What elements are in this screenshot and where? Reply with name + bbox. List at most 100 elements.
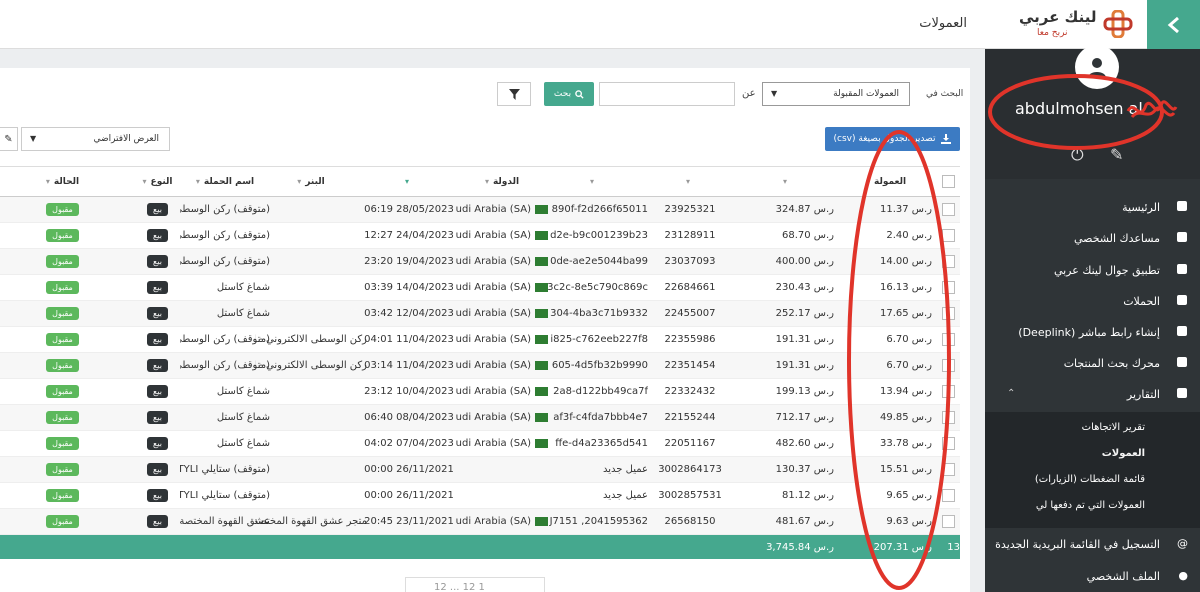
row-checkbox[interactable] bbox=[942, 489, 955, 502]
page-title: العمولات bbox=[919, 16, 967, 31]
submenu-item-2[interactable]: قائمة الضغطات (الزيارات) bbox=[1035, 474, 1145, 485]
cell-product: 2a8-d122bb49ca7f bbox=[540, 379, 648, 404]
cell-text: 3002864173 bbox=[658, 464, 722, 475]
cell-date: 23:12 10/04/2023 bbox=[360, 379, 458, 404]
cell-text: عميل جديد bbox=[603, 464, 648, 475]
cell-banner bbox=[255, 379, 367, 404]
cell-commission: 15.51 ر.س bbox=[840, 457, 932, 482]
row-checkbox[interactable] bbox=[942, 463, 955, 476]
type-badge: بيع bbox=[147, 229, 168, 242]
cell-total: 191.31 ر.س bbox=[740, 353, 834, 378]
sidebar-item-label: محرك بحث المنتجات bbox=[1063, 357, 1160, 370]
sidebar-bottom-item-1[interactable]: ● الملف الشخصي bbox=[985, 562, 1200, 592]
pie-chart-icon bbox=[1174, 387, 1188, 401]
filter-button[interactable] bbox=[497, 82, 531, 106]
submenu-item-3[interactable]: العمولات التي تم دفعها لي bbox=[1036, 500, 1145, 511]
chevron-down-icon: ▾ bbox=[405, 177, 410, 186]
select-all-checkbox[interactable] bbox=[942, 175, 955, 188]
pencil-icon: ✎ bbox=[4, 133, 13, 145]
cell-text: 400.00 ر.س bbox=[775, 256, 834, 267]
sidebar-toggle-button[interactable] bbox=[1147, 0, 1200, 49]
cell-order: 26568150 bbox=[640, 509, 740, 534]
pagination[interactable]: 12 ... 12 1 bbox=[405, 577, 545, 592]
sidebar-bottom-item-0[interactable]: @ التسجيل في القائمة البريدية الجديدة bbox=[985, 530, 1200, 560]
sidebar-item-label: مساعدك الشخصي bbox=[1074, 232, 1160, 245]
power-icon[interactable]: ⏻ bbox=[1071, 145, 1084, 165]
cell-country: udi Arabia (SA) bbox=[452, 509, 552, 534]
sidebar-item-1[interactable]: مساعدك الشخصي bbox=[985, 224, 1200, 254]
cell-product: 304-4ba3c71b9332 bbox=[540, 301, 648, 326]
column-header-label: النوع bbox=[150, 176, 173, 187]
row-checkbox[interactable] bbox=[942, 229, 955, 242]
column-header-product[interactable]: ▾ bbox=[540, 167, 648, 196]
sidebar-item-4[interactable]: إنشاء رابط مباشر (Deeplink) bbox=[985, 318, 1200, 348]
row-checkbox[interactable] bbox=[942, 437, 955, 450]
sidebar-item-0[interactable]: الرئيسية bbox=[985, 193, 1200, 223]
cell-type: بيع bbox=[120, 353, 195, 378]
row-checkbox[interactable] bbox=[942, 203, 955, 216]
avatar[interactable] bbox=[1075, 45, 1119, 89]
cell-date: 20:45 23/11/2021 bbox=[360, 509, 458, 534]
saudi-flag-icon bbox=[535, 413, 548, 422]
cell-text: 23128911 bbox=[664, 230, 716, 241]
cell-banner bbox=[255, 275, 367, 300]
cell-date: 00:00 26/11/2021 bbox=[360, 483, 458, 508]
search-icon bbox=[1174, 356, 1188, 370]
search-scope-value: العمولات المقبولة bbox=[833, 89, 899, 99]
edit-view-button[interactable]: ✎ bbox=[0, 127, 18, 151]
row-checkbox[interactable] bbox=[942, 255, 955, 268]
search-button[interactable]: بحث bbox=[544, 82, 594, 106]
export-csv-button[interactable]: تصدير الجدول بصيغة (csv) bbox=[825, 127, 960, 151]
row-checkbox[interactable] bbox=[942, 307, 955, 320]
row-checkbox[interactable] bbox=[942, 411, 955, 424]
submenu-item-1[interactable]: العمولات bbox=[1102, 448, 1145, 459]
cell-banner: متجر عشق القهوة المختصة bbox=[255, 509, 367, 534]
column-header-order[interactable]: ▾ bbox=[640, 167, 740, 196]
cell-text: 04:02 07/04/2023 bbox=[364, 438, 454, 449]
column-header-commission[interactable]: العمولة ▾ bbox=[840, 167, 932, 196]
cell-text: عميل جديد bbox=[603, 490, 648, 501]
about-label: عن bbox=[742, 88, 756, 99]
cell-product: i825-c762eeb227f8 bbox=[540, 327, 648, 352]
cell-total: 130.37 ر.س bbox=[740, 457, 834, 482]
submenu-item-0[interactable]: تقرير الاتجاهات bbox=[1082, 422, 1145, 433]
status-badge: مقبول bbox=[46, 515, 79, 528]
sidebar-item-2[interactable]: تطبيق جوال لينك عربي bbox=[985, 256, 1200, 286]
column-header-date[interactable]: ▾ bbox=[360, 167, 458, 196]
cell-text: 14.00 ر.س bbox=[879, 256, 932, 267]
column-header-country[interactable]: الدولة ▾ bbox=[452, 167, 552, 196]
cell-country: udi Arabia (SA) bbox=[452, 379, 552, 404]
sidebar-item-label: إنشاء رابط مباشر (Deeplink) bbox=[1018, 326, 1160, 339]
row-checkbox[interactable] bbox=[942, 333, 955, 346]
cell-commission: 9.65 ر.س bbox=[840, 483, 932, 508]
column-header-type[interactable]: النوع ▾ bbox=[120, 167, 195, 196]
saudi-flag-icon bbox=[535, 257, 548, 266]
row-checkbox[interactable] bbox=[942, 359, 955, 372]
row-checkbox[interactable] bbox=[942, 515, 955, 528]
cell-type: بيع bbox=[120, 249, 195, 274]
cell-product: d2e-b9c001239b23 bbox=[540, 223, 648, 248]
sidebar-item-6[interactable]: التقارير ⌃ bbox=[985, 380, 1200, 410]
at-icon: @ bbox=[1177, 537, 1188, 550]
column-header-total[interactable]: ▾ bbox=[740, 167, 834, 196]
chevron-down-icon: ▾ bbox=[297, 177, 302, 186]
row-checkbox[interactable] bbox=[942, 281, 955, 294]
sidebar-item-5[interactable]: محرك بحث المنتجات bbox=[985, 349, 1200, 379]
user-avatar-icon bbox=[1088, 58, 1106, 78]
cell-text: 130.37 ر.س bbox=[775, 464, 834, 475]
column-header-status[interactable]: الحالة ▾ bbox=[20, 167, 105, 196]
search-input[interactable] bbox=[599, 82, 735, 106]
cell-commission: 13.94 ر.س bbox=[840, 379, 932, 404]
cell-text: 13.94 ر.س bbox=[879, 386, 932, 397]
sidebar-item-3[interactable]: الحملات bbox=[985, 287, 1200, 317]
cell-text: 22332432 bbox=[664, 386, 716, 397]
column-header-banner[interactable]: البنر ▾ bbox=[255, 167, 367, 196]
country-text: udi Arabia (SA) bbox=[455, 360, 531, 371]
country-text: udi Arabia (SA) bbox=[455, 282, 531, 293]
search-scope-select[interactable]: العمولات المقبولة ▼ bbox=[762, 82, 910, 106]
pencil-icon[interactable]: ✎ bbox=[1110, 145, 1123, 164]
status-badge: مقبول bbox=[46, 255, 79, 268]
view-select[interactable]: العرض الافتراضي ▼ bbox=[21, 127, 170, 151]
table-row: 11.37 ر.س 324.87 ر.س 23925321 890f-f2d266f6… bbox=[0, 197, 960, 223]
row-checkbox[interactable] bbox=[942, 385, 955, 398]
